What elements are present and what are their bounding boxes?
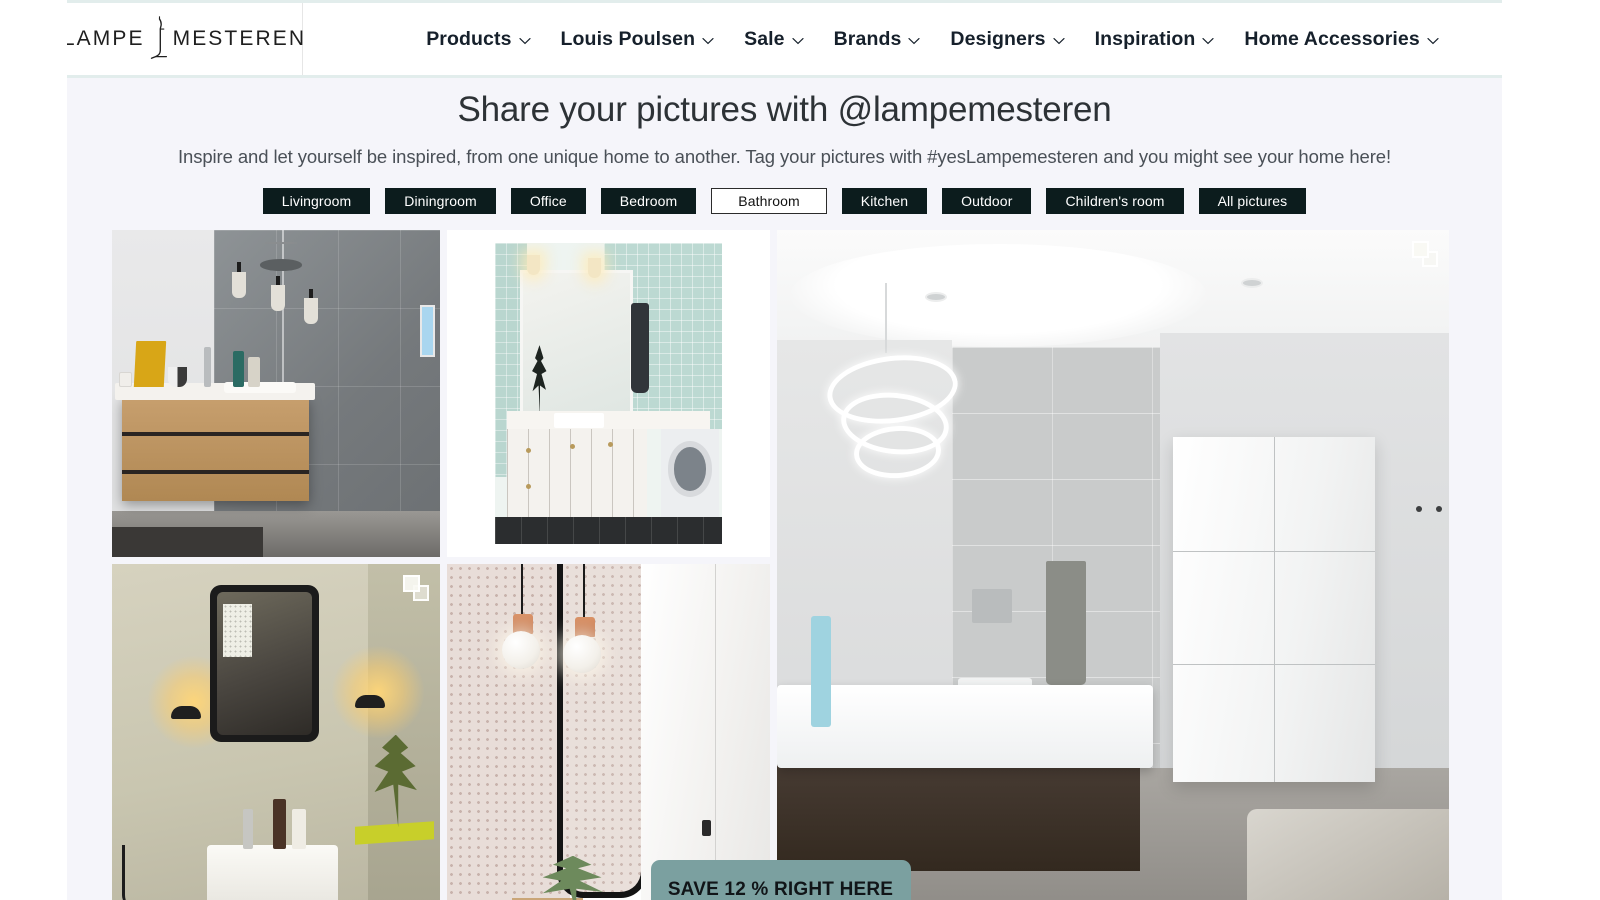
filter-button-kitchen[interactable]: Kitchen [841, 187, 928, 214]
logo-text-right: MESTEREN [172, 27, 307, 50]
chevron-down-icon [1053, 37, 1065, 44]
nav-item-home-accessories[interactable]: Home Accessories [1229, 28, 1453, 51]
nav-label: Brands [833, 27, 902, 50]
gallery-tile-mint-tile-bathroom[interactable] [447, 229, 770, 557]
gallery-tile-mirror-sconce-bathroom[interactable] [112, 563, 440, 900]
nav-item-brands[interactable]: Brands [819, 28, 936, 51]
chevron-down-icon [518, 37, 531, 44]
chevron-down-icon [1202, 37, 1215, 44]
filter-button-livingroom[interactable]: Livingroom [262, 187, 371, 214]
nav-item-designers[interactable]: Designers [935, 28, 1079, 51]
nav-label: Designers [950, 27, 1046, 50]
nav-item-sale[interactable]: Sale [729, 28, 819, 51]
site-logo[interactable]: LAMPE MESTEREN [67, 3, 306, 75]
main-navigation: Products Louis Poulsen Sale Brands Desig… [303, 3, 1502, 75]
nav-item-inspiration[interactable]: Inspiration [1080, 28, 1230, 51]
page-subtitle: Inspire and let yourself be inspired, fr… [177, 145, 1392, 167]
filter-button-childrens-room[interactable]: Children's room [1046, 187, 1184, 214]
site-content: LAMPE MESTEREN Products Louis Poulsen Sa… [67, 0, 1502, 900]
photo-modern-grey-bathroom [777, 229, 1449, 900]
filter-button-bedroom[interactable]: Bedroom [600, 187, 697, 214]
hero-section: Share your pictures with @lampemesteren … [67, 78, 1502, 168]
site-header: LAMPE MESTEREN Products Louis Poulsen Sa… [67, 0, 1502, 78]
nav-item-louis-poulsen[interactable]: Louis Poulsen [546, 28, 730, 51]
filter-button-all-pictures[interactable]: All pictures [1198, 187, 1307, 214]
nav-label: Sale [744, 27, 785, 50]
logo-wrap: LAMPE MESTEREN [67, 16, 306, 62]
nav-label: Products [426, 27, 512, 50]
filter-button-outdoor[interactable]: Outdoor [942, 187, 1032, 214]
nav-label: Louis Poulsen [560, 27, 696, 50]
gallery-tile-modern-grey-bathroom[interactable] [777, 229, 1449, 900]
promo-banner[interactable]: SAVE 12 % RIGHT HERE [650, 859, 911, 900]
chevron-down-icon [908, 37, 921, 44]
nav-item-products[interactable]: Products [411, 28, 545, 51]
filter-button-office[interactable]: Office [510, 187, 586, 214]
promo-banner-label: SAVE 12 % RIGHT HERE [667, 878, 894, 900]
gallery-tile-grey-wood-bathroom[interactable] [112, 229, 440, 557]
logo-text-left: LAMPE [67, 27, 145, 50]
page-title: Share your pictures with @lampemesteren [457, 90, 1112, 129]
nav-label: Inspiration [1094, 27, 1196, 50]
chevron-down-icon [1427, 37, 1439, 44]
gallery-tile-copper-pendant-bathroom[interactable] [447, 563, 770, 900]
nav-label: Home Accessories [1244, 27, 1420, 50]
photo-grey-wood-bathroom [112, 229, 440, 557]
lamp-mark-icon [150, 16, 167, 59]
photo-mirror-sconce-bathroom [112, 563, 440, 900]
filter-button-diningroom[interactable]: Diningroom [385, 187, 496, 214]
photo-copper-pendant-bathroom [447, 563, 770, 900]
page-root: LAMPE MESTEREN Products Louis Poulsen Sa… [0, 0, 1600, 900]
inspiration-gallery: SAVE 12 % RIGHT HERE [112, 229, 1449, 900]
chevron-down-icon [702, 37, 714, 44]
filter-button-bathroom[interactable]: Bathroom [711, 187, 827, 214]
category-filter-bar: Livingroom Diningroom Office Bedroom Bat… [67, 187, 1502, 214]
photo-mint-tile-bathroom [447, 229, 770, 557]
chevron-down-icon [792, 37, 804, 44]
